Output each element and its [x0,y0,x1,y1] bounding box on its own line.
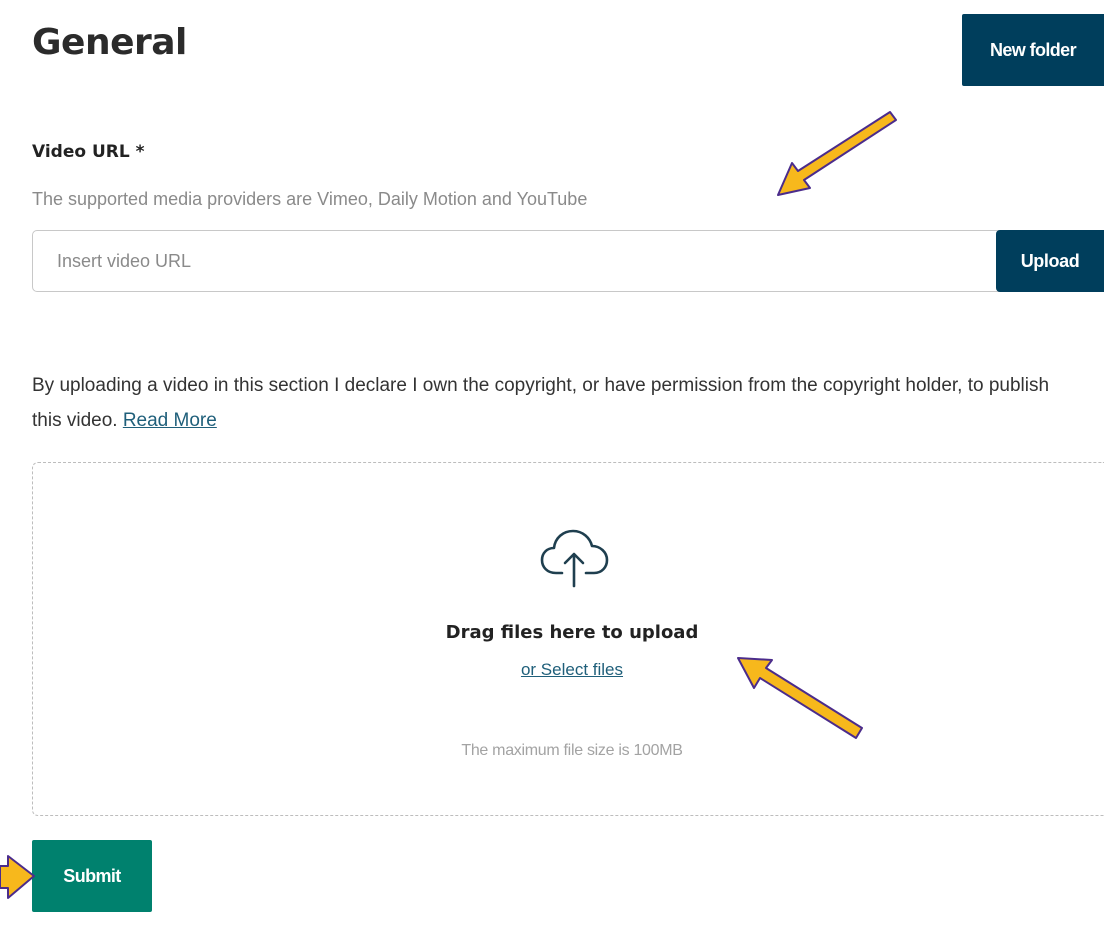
upload-button[interactable]: Upload [996,230,1104,292]
dropzone-title: Drag files here to upload [445,622,699,643]
cloud-upload-icon [540,529,609,588]
new-folder-button[interactable]: New folder [962,14,1104,86]
read-more-link[interactable]: Read More [123,410,217,431]
page-title: General [32,22,187,63]
video-url-hint: The supported media providers are Vimeo,… [32,189,588,209]
video-url-input[interactable] [33,231,993,291]
video-url-label: Video URL * [32,142,145,162]
copyright-declaration: By uploading a video in this section I d… [32,368,1072,438]
submit-button[interactable]: Submit [32,840,152,912]
video-url-field [32,230,1104,292]
arrow-pointing-hint-icon [777,111,897,196]
select-files-link[interactable]: or Select files [0,660,1104,680]
max-file-size-note: The maximum file size is 100MB [461,742,683,759]
arrow-pointing-submit-icon [0,855,35,899]
